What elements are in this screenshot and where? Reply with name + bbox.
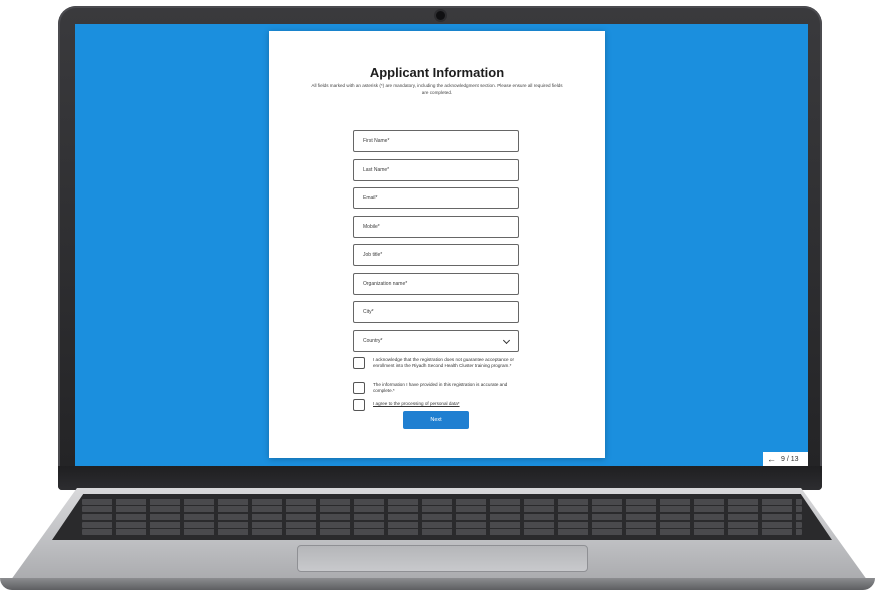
email-field[interactable]: Email*: [353, 187, 519, 209]
accurate-checkbox-row: The information I have provided in this …: [353, 382, 523, 394]
consent-checkbox[interactable]: [353, 399, 365, 411]
acknowledge-checkbox-label: I acknowledge that the registration does…: [373, 357, 514, 368]
laptop-screen: Applicant Information All fields marked …: [75, 24, 808, 466]
country-select[interactable]: Country*: [353, 330, 519, 352]
next-button[interactable]: Next: [403, 411, 469, 429]
job-title-field[interactable]: Job title*: [353, 244, 519, 266]
consent-checkbox-label[interactable]: I agree to the processing of personal da…: [373, 401, 460, 407]
last-name-field[interactable]: Last Name*: [353, 159, 519, 181]
key-row: [82, 521, 802, 528]
key-row: [82, 513, 802, 520]
webcam: [436, 11, 445, 20]
laptop-mockup: Applicant Information All fields marked …: [0, 0, 875, 590]
city-field[interactable]: City*: [353, 301, 519, 323]
arrow-left-icon[interactable]: ←: [767, 455, 776, 464]
accurate-checkbox[interactable]: [353, 382, 365, 394]
touchpad: [297, 545, 588, 572]
laptop-front-edge: [0, 578, 875, 590]
key-row: [82, 506, 802, 513]
organization-name-field[interactable]: Organization name*: [353, 273, 519, 295]
form-instructions: All fields marked with an asterisk (*) a…: [311, 83, 563, 95]
country-select-label: Country*: [363, 338, 383, 344]
consent-checkbox-row: I agree to the processing of personal da…: [353, 399, 523, 411]
mobile-field[interactable]: Mobile*: [353, 216, 519, 238]
page-counter: 9 / 13: [781, 456, 799, 463]
page-pager: ← 9 / 13: [763, 452, 808, 466]
applicant-form-card: Applicant Information All fields marked …: [269, 31, 605, 458]
acknowledge-checkbox-row: I acknowledge that the registration does…: [353, 357, 523, 369]
key-row: [82, 498, 802, 505]
first-name-field[interactable]: First Name*: [353, 130, 519, 152]
form-title: Applicant Information: [369, 65, 505, 80]
chevron-down-icon: [502, 336, 511, 345]
key-row: [82, 529, 802, 536]
accurate-checkbox-label: The information I have provided in this …: [373, 382, 508, 393]
acknowledge-checkbox[interactable]: [353, 357, 365, 369]
laptop-hinge: [58, 466, 822, 490]
keyboard: [52, 494, 832, 540]
